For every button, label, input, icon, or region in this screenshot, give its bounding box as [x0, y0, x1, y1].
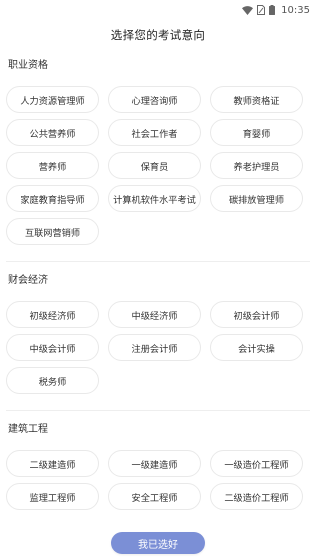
- section-divider: [6, 410, 310, 411]
- section-vocational-qualification: 职业资格 人力资源管理师 心理咨询师 教师资格证 公共营养师 社会工作者 育婴师…: [0, 58, 316, 245]
- exam-tag[interactable]: 营养师: [6, 152, 99, 179]
- exam-tag[interactable]: 会计实操: [210, 334, 303, 361]
- exam-tag[interactable]: 注册会计师: [108, 334, 201, 361]
- tag-grid: 初级经济师 中级经济师 初级会计师 中级会计师 注册会计师 会计实操 税务师: [6, 301, 310, 394]
- section-finance-economics: 财会经济 初级经济师 中级经济师 初级会计师 中级会计师 注册会计师 会计实操 …: [0, 273, 316, 394]
- tag-grid: 二级建造师 一级建造师 一级造价工程师 监理工程师 安全工程师 二级造价工程师: [6, 450, 310, 510]
- exam-tag[interactable]: 养老护理员: [210, 152, 303, 179]
- exam-tag[interactable]: 互联网营销师: [6, 218, 99, 245]
- exam-tag[interactable]: 二级建造师: [6, 450, 99, 477]
- exam-tag[interactable]: 心理咨询师: [108, 86, 201, 113]
- exam-tag[interactable]: 计算机软件水平考试: [108, 185, 201, 212]
- exam-tag[interactable]: 碳排放管理师: [210, 185, 303, 212]
- confirm-button[interactable]: 我已选好: [111, 532, 205, 554]
- battery-icon: [269, 5, 276, 15]
- exam-tag[interactable]: 人力资源管理师: [6, 86, 99, 113]
- exam-tag[interactable]: 初级经济师: [6, 301, 99, 328]
- title-bar: 选择您的考试意向: [0, 20, 316, 50]
- footer: 我已选好: [0, 532, 316, 554]
- intent-list[interactable]: 职业资格 人力资源管理师 心理咨询师 教师资格证 公共营养师 社会工作者 育婴师…: [0, 58, 316, 559]
- section-divider: [6, 261, 310, 262]
- exam-tag[interactable]: 保育员: [108, 152, 201, 179]
- exam-tag[interactable]: 教师资格证: [210, 86, 303, 113]
- exam-tag[interactable]: 中级经济师: [108, 301, 201, 328]
- exam-tag[interactable]: 安全工程师: [108, 483, 201, 510]
- exam-tag[interactable]: 一级建造师: [108, 450, 201, 477]
- exam-tag[interactable]: 初级会计师: [210, 301, 303, 328]
- exam-tag[interactable]: 公共营养师: [6, 119, 99, 146]
- wifi-icon: [242, 5, 254, 15]
- section-construction-engineering: 建筑工程 二级建造师 一级建造师 一级造价工程师 监理工程师 安全工程师 二级造…: [0, 422, 316, 510]
- status-time: 10:35: [281, 4, 310, 16]
- section-title: 职业资格: [8, 60, 48, 71]
- exam-tag[interactable]: 育婴师: [210, 119, 303, 146]
- section-title: 建筑工程: [8, 424, 48, 435]
- sim-icon: [257, 5, 266, 15]
- exam-tag[interactable]: 二级造价工程师: [210, 483, 303, 510]
- exam-tag[interactable]: 中级会计师: [6, 334, 99, 361]
- page-title: 选择您的考试意向: [110, 28, 206, 42]
- exam-tag[interactable]: 社会工作者: [108, 119, 201, 146]
- tag-grid: 人力资源管理师 心理咨询师 教师资格证 公共营养师 社会工作者 育婴师 营养师 …: [6, 86, 310, 245]
- exam-tag[interactable]: 家庭教育指导师: [6, 185, 99, 212]
- exam-tag[interactable]: 税务师: [6, 367, 99, 394]
- exam-tag[interactable]: 一级造价工程师: [210, 450, 303, 477]
- status-bar: 10:35: [0, 0, 316, 20]
- section-title: 财会经济: [8, 275, 48, 286]
- exam-tag[interactable]: 监理工程师: [6, 483, 99, 510]
